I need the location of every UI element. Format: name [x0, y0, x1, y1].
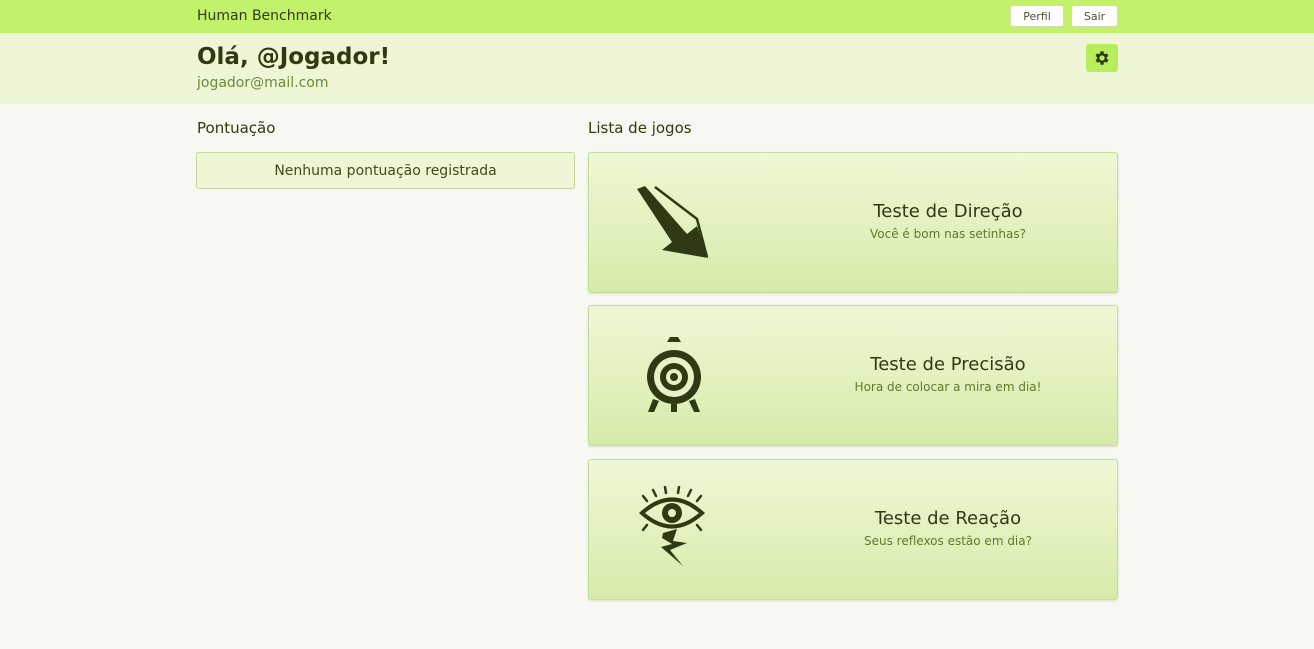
user-greeting: Olá, @Jogador! — [197, 44, 391, 70]
game-card-direction[interactable]: Teste de Direção Você é bom nas setinhas… — [588, 152, 1118, 293]
game-card-reaction[interactable]: Teste de Reação Seus reflexos estão em d… — [588, 459, 1118, 600]
game-subtitle: Seus reflexos estão em dia? — [863, 534, 1032, 548]
gear-icon — [1095, 51, 1109, 65]
score-empty-box: Nenhuma pontuação registrada — [196, 152, 575, 189]
game-title: Teste de Direção — [873, 201, 1023, 222]
games-section-title: Lista de jogos — [588, 119, 692, 137]
game-title: Teste de Reação — [874, 508, 1022, 529]
settings-button[interactable] — [1086, 44, 1118, 72]
score-section-title: Pontuação — [197, 119, 276, 137]
arrow-icon — [637, 186, 709, 258]
eye-lightning-icon — [639, 486, 705, 566]
user-header: Olá, @Jogador! jogador@mail.com — [0, 33, 1314, 104]
user-email: jogador@mail.com — [197, 75, 329, 91]
profile-button[interactable]: Perfil — [1010, 5, 1064, 27]
game-subtitle: Você é bom nas setinhas? — [870, 227, 1026, 241]
game-subtitle: Hora de colocar a mira em dia! — [854, 380, 1042, 394]
target-icon — [647, 337, 701, 412]
top-navbar: Human Benchmark Perfil Sair — [0, 0, 1314, 33]
brand-title[interactable]: Human Benchmark — [197, 8, 332, 24]
score-empty-message: Nenhuma pontuação registrada — [274, 162, 497, 179]
game-card-precision[interactable]: Teste de Precisão Hora de colocar a mira… — [588, 305, 1118, 446]
logout-button[interactable]: Sair — [1071, 5, 1118, 27]
game-title: Teste de Precisão — [870, 354, 1026, 375]
